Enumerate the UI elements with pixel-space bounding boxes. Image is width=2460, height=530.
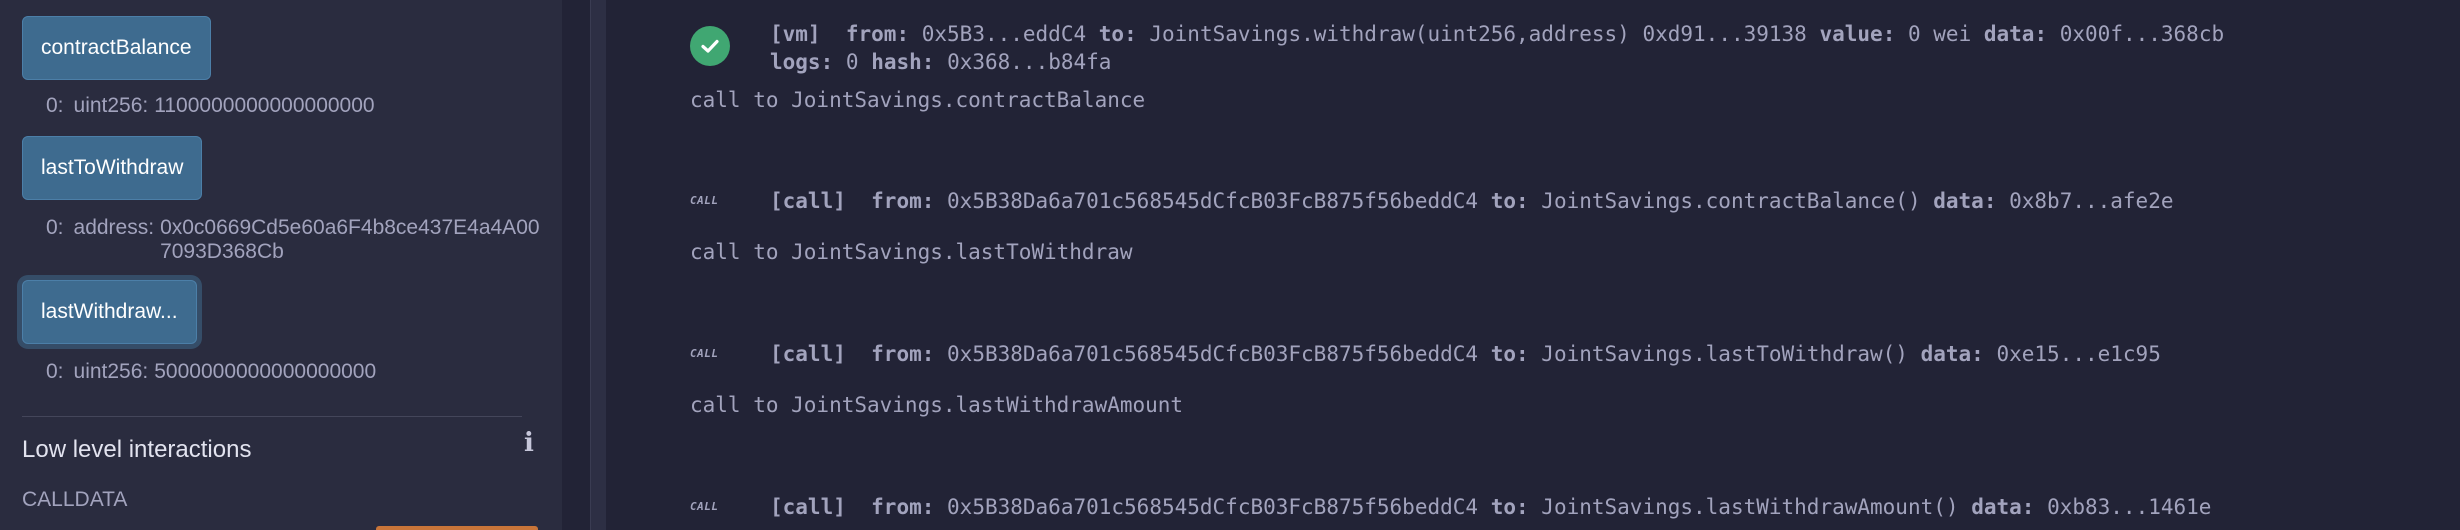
check-circle-icon xyxy=(690,26,730,66)
call-badge: CALL xyxy=(690,347,719,360)
logs-label: logs: xyxy=(770,50,834,74)
last-to-withdraw-button[interactable]: lastToWithdraw xyxy=(22,136,203,200)
call-tag: [call] xyxy=(770,495,846,519)
transaction-summary-line2: logs: 0 hash: 0x368...b84fa xyxy=(770,50,1111,74)
from-address: 0x5B38Da6a701c568545dCfcB03FcB875f56bedd… xyxy=(947,342,1479,366)
calldata-label: CALLDATA xyxy=(22,488,128,511)
transact-button[interactable] xyxy=(376,526,538,530)
call-tag: [call] xyxy=(770,189,846,213)
low-level-interactions-title: Low level interactions xyxy=(22,436,252,463)
call-heading: call to JointSavings.contractBalance xyxy=(690,88,1146,112)
result-type: uint256: xyxy=(73,360,149,383)
last-withdraw-amount-result: 0: uint256: 5000000000000000000 xyxy=(46,360,376,384)
value-label: value: xyxy=(1819,22,1896,46)
data-label: data: xyxy=(1933,189,1997,213)
from-label: from: xyxy=(871,495,935,519)
call-summary[interactable]: [call] from: 0x5B38Da6a701c568545dCfcB03… xyxy=(770,189,2174,213)
data-label: data: xyxy=(1971,495,2035,519)
value: 0 wei xyxy=(1908,22,1972,46)
data-value: 0xe15...e1c95 xyxy=(1996,342,2161,366)
hash-value: 0x368...b84fa xyxy=(947,50,1112,74)
call-heading: call to JointSavings.lastToWithdraw xyxy=(690,240,1133,264)
result-index: 0: xyxy=(46,216,64,239)
hash-label: hash: xyxy=(871,50,935,74)
result-type: address: xyxy=(73,216,155,239)
to-target: JointSavings.contractBalance() xyxy=(1541,189,1921,213)
info-icon[interactable]: i xyxy=(518,428,540,458)
section-divider xyxy=(22,416,522,417)
panel-gutter xyxy=(562,0,590,530)
call-heading: call to JointSavings.lastWithdrawAmount xyxy=(690,393,1184,417)
call-badge: CALL xyxy=(690,500,719,513)
resize-handle[interactable] xyxy=(590,0,607,530)
last-withdraw-amount-button[interactable]: lastWithdraw... xyxy=(22,280,197,344)
call-summary[interactable]: [call] from: 0x5B38Da6a701c568545dCfcB03… xyxy=(770,342,2161,366)
from-label: from: xyxy=(845,22,910,46)
to-label: to: xyxy=(1098,22,1137,46)
transaction-summary[interactable]: [vm] from: 0x5B3...eddC4 to: JointSaving… xyxy=(770,22,2224,46)
to-label: to: xyxy=(1490,495,1529,519)
from-label: from: xyxy=(871,342,935,366)
call-tag: [call] xyxy=(770,342,846,366)
from-address: 0x5B38Da6a701c568545dCfcB03FcB875f56bedd… xyxy=(947,495,1479,519)
from-label: from: xyxy=(871,189,935,213)
result-index: 0: xyxy=(46,360,64,383)
to-label: to: xyxy=(1490,189,1529,213)
data-value: 0x8b7...afe2e xyxy=(2009,189,2174,213)
from-address: 0x5B38Da6a701c568545dCfcB03FcB875f56bedd… xyxy=(947,189,1479,213)
logs-value: 0 xyxy=(845,50,859,74)
last-to-withdraw-result: 0: address: 0x0c0669Cd5e60a6F4b8ce437E4a… xyxy=(46,216,550,264)
contract-balance-result: 0: uint256: 1100000000000000000 xyxy=(46,94,375,118)
to-target: JointSavings.lastWithdrawAmount() xyxy=(1541,495,1959,519)
data-label: data: xyxy=(1920,342,1984,366)
from-address: 0x5B3...eddC4 xyxy=(921,22,1087,46)
terminal-log: [vm] from: 0x5B3...eddC4 to: JointSaving… xyxy=(606,0,2460,530)
tx-tag: [vm] xyxy=(770,22,821,46)
result-type: uint256: xyxy=(73,94,149,117)
contract-balance-button[interactable]: contractBalance xyxy=(22,16,211,80)
data-value: 0x00f...368cb xyxy=(2059,22,2225,46)
to-target: JointSavings.lastToWithdraw() xyxy=(1541,342,1908,366)
data-label: data: xyxy=(1983,22,2048,46)
deployed-contract-panel: contractBalance 0: uint256: 110000000000… xyxy=(0,0,562,530)
call-summary[interactable]: [call] from: 0x5B38Da6a701c568545dCfcB03… xyxy=(770,495,2211,519)
data-value: 0xb83...1461e xyxy=(2047,495,2212,519)
result-index: 0: xyxy=(46,94,64,117)
to-target: JointSavings.withdraw(uint256,address) 0… xyxy=(1149,22,1807,46)
result-value: 5000000000000000000 xyxy=(154,360,377,383)
result-value: 1100000000000000000 xyxy=(154,94,375,117)
result-value: 0x0c0669Cd5e60a6F4b8ce437E4a4A007093D368… xyxy=(160,216,540,263)
to-label: to: xyxy=(1490,342,1529,366)
call-badge: CALL xyxy=(690,194,719,207)
